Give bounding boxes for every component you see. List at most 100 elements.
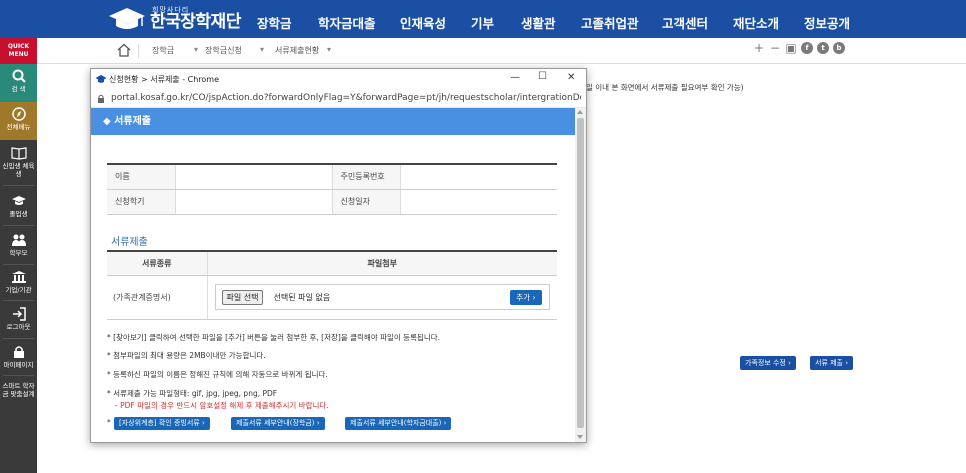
search-icon — [12, 69, 26, 83]
popup-scrollbar[interactable] — [575, 108, 586, 442]
rrn-value — [399, 164, 557, 190]
links-bullet: * — [107, 418, 111, 427]
top-navigation: 희망사다리 한국장학재단 장학금 학자금대출 인재육성 기부 생활관 고졸취업관… — [0, 0, 966, 38]
zoom-in-button[interactable]: + — [753, 42, 765, 54]
institution-icon — [11, 271, 26, 283]
choose-file-button[interactable]: 파일 선택 — [221, 290, 264, 305]
nav-customer-center[interactable]: 고객센터 — [662, 13, 708, 32]
nav-employment[interactable]: 고졸취업관 — [581, 13, 639, 32]
breadcrumb-item-doc-status[interactable]: 서류제출현황 — [275, 45, 319, 56]
list-item: * 첨부파일의 최대 용량은 2MB이내만 가능합니다. — [107, 351, 266, 360]
sidebar-item-smart-plan[interactable]: 스마트 학자금 맞춤설계 — [0, 382, 37, 416]
sidebar-label: 검 색 — [11, 85, 26, 93]
popup-url: portal.kosaf.go.kr/CO/jspAction.do?forwa… — [111, 93, 581, 103]
scholarship-docs-guide-link[interactable]: 제출서류 세부안내(장학금) › — [231, 417, 325, 430]
logo-text: 한국장학재단 — [150, 12, 241, 32]
date-value — [399, 189, 557, 215]
sidebar-item-mypage[interactable]: 마이페이지 — [0, 343, 37, 373]
col-file-attach: 파일첨부 — [207, 251, 557, 276]
file-attach-cell: 파일 선택 선택된 파일 없음 추가 › — [207, 275, 557, 320]
note-text: 첨부파일의 최대 용량은 2MB이내만 가능합니다. — [113, 351, 266, 360]
list-item: * [찾아보기] 클릭하여 선택한 파일을 [추가] 버튼을 눌러 첨부한 후,… — [107, 333, 441, 342]
graduation-cap-icon — [11, 196, 26, 205]
sidebar-label: 기업/기관 — [5, 286, 32, 294]
breadcrumb-divider — [138, 44, 139, 58]
nav-about[interactable]: 재단소개 — [733, 13, 779, 32]
background-notice: 일 이내 본 화면에서 서류제출 필요여부 확인 가능) — [586, 83, 744, 92]
quick-sidebar: QUICK MENU 검 색 전체메뉴 신입생 체육생 졸업생 학부모 기업/기… — [0, 38, 37, 473]
logout-icon — [12, 307, 26, 321]
low-income-proof-link[interactable]: [자상위계층] 확인 증빙서류 › — [114, 417, 210, 430]
blog-icon[interactable]: b — [833, 42, 845, 54]
nav-talent[interactable]: 인재육성 — [400, 13, 446, 32]
semester-label: 신청학기 — [107, 189, 175, 215]
chevron-down-icon[interactable]: ▾ — [194, 45, 198, 54]
popup-titlebar[interactable]: 신청현황 > 서류제출 - Chrome — ☐ ✕ — [91, 69, 586, 89]
col-doc-type: 서류종류 — [107, 251, 208, 276]
loan-docs-guide-link[interactable]: 제출서류 세부안내(학자금대출) › — [345, 417, 452, 430]
sidebar-item-all-menu[interactable]: 전체메뉴 — [0, 102, 37, 140]
popup-title: 신청현황 > 서류제출 - Chrome — [109, 75, 220, 84]
facebook-icon[interactable]: f — [801, 42, 813, 54]
semester-value — [174, 189, 333, 215]
nav-scholarship[interactable]: 장학금 — [257, 13, 292, 32]
table-row: (가족관계증명서) 파일 선택 선택된 파일 없음 추가 › — [107, 275, 557, 320]
sidebar-divider — [3, 300, 34, 301]
nav-donation[interactable]: 기부 — [471, 13, 494, 32]
button-label: 가족정보 수정 — [745, 359, 786, 367]
sidebar-divider — [3, 264, 34, 265]
submit-documents-button[interactable]: 서류 제출 › — [810, 356, 854, 370]
chevron-down-icon[interactable]: ▾ — [260, 45, 264, 54]
edit-family-info-button[interactable]: 가족정보 수정 › — [740, 356, 796, 370]
chrome-popup-window: 신청현황 > 서류제출 - Chrome — ☐ ✕ portal.kosaf.… — [90, 68, 587, 443]
popup-header-title: 서류제출 — [114, 116, 151, 127]
table-header-row: 서류종류 파일첨부 — [107, 251, 557, 276]
home-icon[interactable] — [117, 43, 131, 57]
sidebar-label: 전체메뉴 — [6, 123, 31, 131]
nav-disclosure[interactable]: 정보공개 — [804, 13, 850, 32]
link-label: 제출서류 세부안내(장학금) — [236, 419, 315, 427]
nav-dormitory[interactable]: 생활관 — [521, 13, 556, 32]
sidebar-label: 마이페이지 — [3, 361, 34, 369]
popup-address-bar[interactable]: portal.kosaf.go.kr/CO/jspAction.do?forwa… — [91, 89, 586, 108]
scroll-thumb[interactable] — [577, 118, 584, 428]
twitter-icon[interactable]: t — [817, 42, 829, 54]
note-text: 서류제출 가능 파일형태: gif, jpg, jpeg, png, PDF — [113, 389, 278, 398]
section-title: 서류제출 — [111, 237, 148, 248]
sidebar-item-institution[interactable]: 기업/기관 — [0, 268, 37, 298]
breadcrumb-item-apply[interactable]: 장학금신청 — [205, 45, 242, 56]
site-logo[interactable]: 희망사다리 한국장학재단 — [108, 4, 241, 34]
sidebar-item-freshman[interactable]: 신입생 체육생 — [0, 142, 37, 182]
sidebar-divider — [3, 185, 34, 186]
quick-menu-label: QUICK MENU — [0, 38, 37, 64]
zoom-out-button[interactable]: − — [769, 42, 781, 54]
sidebar-label: 로그아웃 — [6, 323, 31, 331]
sidebar-item-graduate[interactable]: 졸업생 — [0, 192, 37, 222]
note-text: [찾아보기] 클릭하여 선택한 파일을 [추가] 버튼을 눌러 첨부한 후, [… — [113, 333, 441, 342]
add-file-button[interactable]: 추가 › — [510, 290, 542, 305]
sidebar-item-search[interactable]: 검 색 — [0, 64, 37, 102]
print-icon[interactable]: ▣ — [785, 42, 797, 54]
book-icon — [10, 147, 27, 160]
file-input: 파일 선택 선택된 파일 없음 추가 › — [214, 284, 550, 310]
scroll-down-icon[interactable] — [577, 435, 583, 439]
date-label: 신청일자 — [332, 189, 400, 215]
scroll-up-icon[interactable] — [577, 110, 583, 114]
button-label: 서류 제출 — [815, 359, 843, 367]
list-item: * 등록하신 파일의 이름은 정해진 규칙에 의해 자동으로 바뀌게 됩니다. — [107, 370, 328, 379]
sidebar-item-logout[interactable]: 로그아웃 — [0, 305, 37, 335]
nav-student-loan[interactable]: 학자금대출 — [318, 13, 376, 32]
name-value — [174, 164, 333, 190]
minimize-icon[interactable]: — — [510, 72, 520, 83]
link-label: 제출서류 세부안내(학자금대출) — [350, 419, 442, 427]
maximize-icon[interactable]: ☐ — [538, 71, 547, 82]
name-label: 이름 — [107, 164, 175, 190]
list-item: * 서류제출 가능 파일형태: gif, jpg, jpeg, png, PDF — [107, 389, 278, 398]
sidebar-item-parents[interactable]: 학부모 — [0, 231, 37, 261]
close-icon[interactable]: ✕ — [567, 72, 575, 83]
sidebar-label: 스마트 학자금 맞춤설계 — [2, 382, 35, 398]
pdf-warning: - PDF 파일의 경우 반드시 암호설정 해제 후 제출해주시기 바랍니다. — [115, 401, 329, 410]
breadcrumb-item-scholarship[interactable]: 장학금 — [152, 45, 174, 56]
chevron-down-icon[interactable]: ▾ — [327, 45, 331, 54]
rrn-label: 주민등록번호 — [332, 164, 400, 190]
